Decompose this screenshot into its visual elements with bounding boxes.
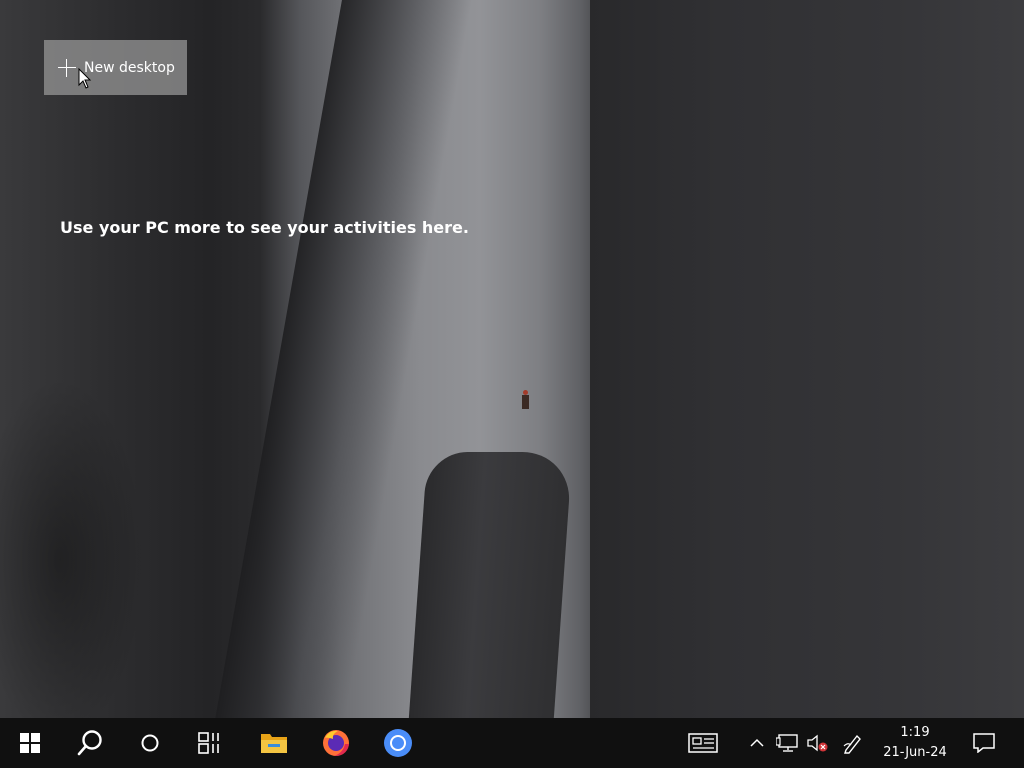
cortana-circle-icon <box>141 734 159 752</box>
volume-button[interactable] <box>804 718 830 768</box>
wallpaper-climber <box>521 390 529 410</box>
windows-logo-icon <box>20 733 40 753</box>
plus-icon <box>58 58 76 77</box>
new-desktop-button[interactable]: New desktop <box>44 40 187 95</box>
task-view-icon <box>198 732 219 754</box>
task-view-button[interactable] <box>180 718 240 768</box>
clock-date: 21-Jun-24 <box>883 745 947 760</box>
firefox-button[interactable] <box>306 718 366 768</box>
network-button[interactable] <box>774 718 800 768</box>
mouse-pointer-icon <box>78 67 92 90</box>
news-widget-icon <box>688 733 718 753</box>
new-desktop-label: New desktop <box>84 59 175 76</box>
desktop-wallpaper <box>0 0 1024 768</box>
clock-time: 1:19 <box>900 725 930 740</box>
cortana-button[interactable] <box>120 718 180 768</box>
show-hidden-icons-button[interactable] <box>746 718 768 768</box>
action-center-button[interactable] <box>962 718 1006 768</box>
action-center-icon <box>973 733 995 753</box>
chromium-button[interactable] <box>368 718 428 768</box>
chevron-up-icon <box>750 738 764 747</box>
file-explorer-button[interactable] <box>244 718 304 768</box>
pen-icon <box>843 734 861 754</box>
pen-workspace-button[interactable] <box>838 718 868 768</box>
wallpaper-rock-pillar <box>408 452 573 722</box>
clock[interactable]: 1:19 21-Jun-24 <box>872 718 958 768</box>
taskbar: 1:19 21-Jun-24 <box>0 718 1024 768</box>
timeline-empty-message: Use your PC more to see your activities … <box>60 218 469 237</box>
wallpaper-rock-face <box>590 0 1024 720</box>
network-icon <box>776 734 798 752</box>
volume-muted-icon <box>807 734 828 752</box>
search-icon <box>77 730 102 756</box>
start-button[interactable] <box>0 718 60 768</box>
search-button[interactable] <box>60 718 120 768</box>
firefox-icon <box>323 730 349 756</box>
news-widget-button[interactable] <box>682 718 724 768</box>
chromium-icon <box>384 729 412 757</box>
folder-icon <box>261 734 287 753</box>
